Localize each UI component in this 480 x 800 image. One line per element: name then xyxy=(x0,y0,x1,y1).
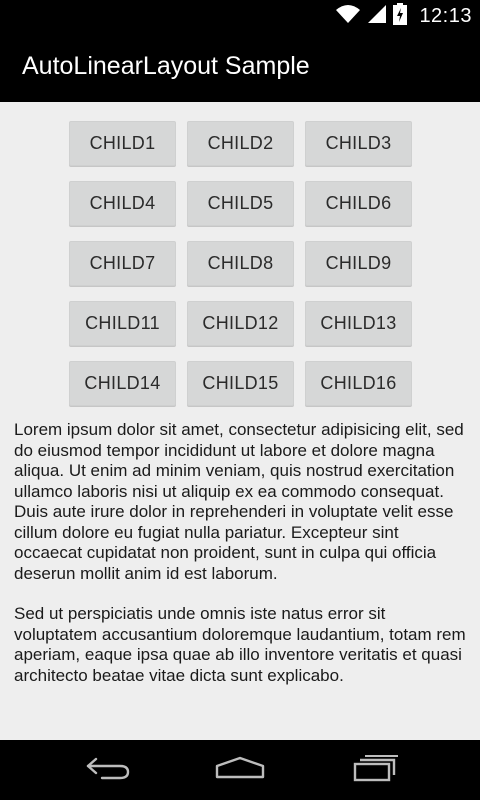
auto-linear-layout-grid: CHILD1 CHILD2 CHILD3 CHILD4 CHILD5 CHILD… xyxy=(69,121,412,406)
recent-apps-button[interactable] xyxy=(347,754,403,786)
child1-button[interactable]: CHILD1 xyxy=(69,121,176,166)
home-button[interactable] xyxy=(212,754,268,786)
lorem-paragraph: Lorem ipsum dolor sit amet, consectetur … xyxy=(14,420,464,583)
content-area: CHILD1 CHILD2 CHILD3 CHILD4 CHILD5 CHILD… xyxy=(0,102,480,740)
child2-button[interactable]: CHILD2 xyxy=(187,121,294,166)
child3-button[interactable]: CHILD3 xyxy=(305,121,412,166)
child16-button[interactable]: CHILD16 xyxy=(305,361,412,406)
child7-button[interactable]: CHILD7 xyxy=(69,241,176,286)
status-time: 12:13 xyxy=(419,5,472,27)
body-text: Lorem ipsum dolor sit amet, consectetur … xyxy=(14,420,468,686)
back-icon xyxy=(82,755,132,786)
child4-button[interactable]: CHILD4 xyxy=(69,181,176,226)
app-title: AutoLinearLayout Sample xyxy=(22,52,310,80)
status-icons: 12:13 xyxy=(335,0,472,33)
wifi-icon xyxy=(335,4,361,29)
home-icon xyxy=(214,755,266,786)
child14-button[interactable]: CHILD14 xyxy=(69,361,176,406)
recent-apps-icon xyxy=(351,754,399,787)
back-button[interactable] xyxy=(79,754,135,786)
child8-button[interactable]: CHILD8 xyxy=(187,241,294,286)
child11-button[interactable]: CHILD11 xyxy=(69,301,176,346)
sed-ut-paragraph: Sed ut perspiciatis unde omnis iste natu… xyxy=(14,604,466,685)
child12-button[interactable]: CHILD12 xyxy=(187,301,294,346)
child9-button[interactable]: CHILD9 xyxy=(305,241,412,286)
child5-button[interactable]: CHILD5 xyxy=(187,181,294,226)
child15-button[interactable]: CHILD15 xyxy=(187,361,294,406)
signal-icon xyxy=(367,4,387,29)
child6-button[interactable]: CHILD6 xyxy=(305,181,412,226)
battery-icon xyxy=(393,3,408,30)
status-bar: 12:13 xyxy=(0,0,480,33)
navigation-bar xyxy=(0,740,480,800)
child13-button[interactable]: CHILD13 xyxy=(305,301,412,346)
screen: 12:13 AutoLinearLayout Sample CHILD1 CHI… xyxy=(0,0,480,800)
action-bar: AutoLinearLayout Sample xyxy=(0,33,480,102)
